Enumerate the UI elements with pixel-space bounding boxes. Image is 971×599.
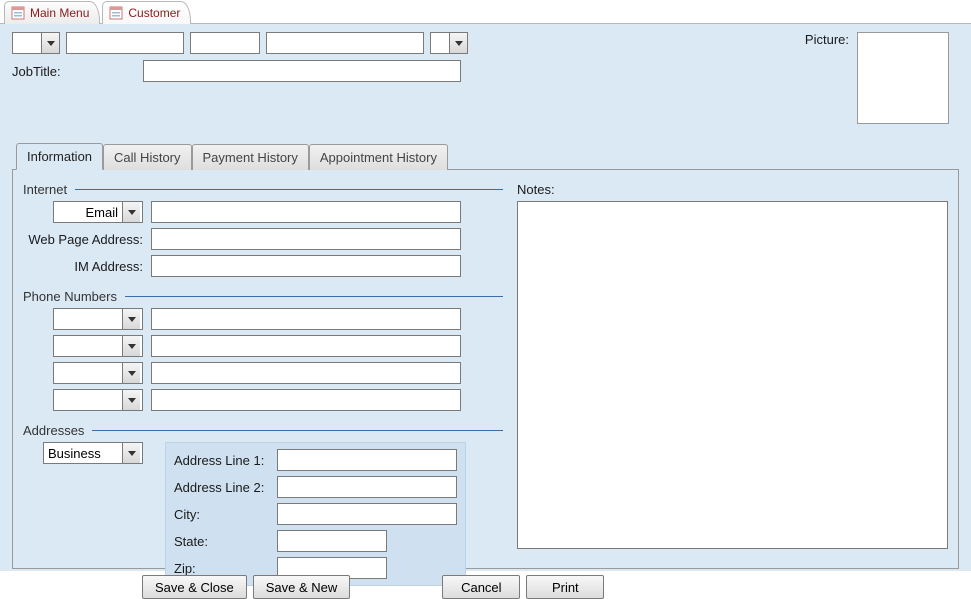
suffix-combo[interactable] <box>430 32 468 54</box>
group-addresses: Addresses <box>23 423 503 586</box>
job-title-label: JobTitle: <box>12 64 67 79</box>
address-type-input[interactable] <box>44 443 122 463</box>
footer-buttons: Save & Close Save & New Cancel Print <box>12 575 959 599</box>
addr-zip-label: Zip: <box>174 561 269 576</box>
phone1-type-input[interactable] <box>54 309 122 329</box>
prefix-input[interactable] <box>13 33 41 53</box>
print-button[interactable]: Print <box>526 575 604 599</box>
header-row: JobTitle: Picture: <box>12 32 959 124</box>
addr-line2-input[interactable] <box>277 476 457 498</box>
tab-information[interactable]: Information <box>16 143 103 170</box>
save-new-button[interactable]: Save & New <box>253 575 351 599</box>
picture-label: Picture: <box>805 32 849 47</box>
group-addresses-title: Addresses <box>23 423 84 438</box>
tab-payment-history[interactable]: Payment History <box>192 144 309 170</box>
middle-name-input[interactable] <box>190 32 260 54</box>
tab-strip: Information Call History Payment History… <box>12 143 959 170</box>
notes-label: Notes: <box>517 182 555 197</box>
addr-city-label: City: <box>174 507 269 522</box>
prefix-combo[interactable] <box>12 32 60 54</box>
phone3-type-input[interactable] <box>54 363 122 383</box>
im-label: IM Address: <box>23 259 143 274</box>
email-type-input[interactable] <box>54 202 122 222</box>
phone4-type-combo[interactable] <box>53 389 143 411</box>
form-body: JobTitle: Picture: Information Call Hist… <box>0 24 971 571</box>
phone4-type-input[interactable] <box>54 390 122 410</box>
phone1-input[interactable] <box>151 308 461 330</box>
web-input[interactable] <box>151 228 461 250</box>
phone2-input[interactable] <box>151 335 461 357</box>
email-input[interactable] <box>151 201 461 223</box>
phone1-type-combo[interactable] <box>53 308 143 330</box>
addr-state-label: State: <box>174 534 269 549</box>
spacer <box>356 575 436 599</box>
tab-main-menu-label: Main Menu <box>30 6 89 20</box>
tab-call-history[interactable]: Call History <box>103 144 191 170</box>
tab-page-information: Internet <box>12 169 959 569</box>
email-type-combo[interactable] <box>53 201 143 223</box>
save-close-button[interactable]: Save & Close <box>142 575 247 599</box>
addr-line2-label: Address Line 2: <box>174 480 269 495</box>
document-tabs: Main Menu Customer <box>0 0 971 24</box>
group-internet: Internet <box>23 182 503 277</box>
divider <box>92 430 503 431</box>
tab-customer-label: Customer <box>128 6 180 20</box>
customer-form-window: Main Menu Customer <box>0 0 971 571</box>
group-internet-title: Internet <box>23 182 67 197</box>
tab-appointment-history[interactable]: Appointment History <box>309 144 448 170</box>
addr-line1-input[interactable] <box>277 449 457 471</box>
web-label: Web Page Address: <box>23 232 143 247</box>
dropdown-icon[interactable] <box>122 443 140 463</box>
phone2-type-combo[interactable] <box>53 335 143 357</box>
phone4-input[interactable] <box>151 389 461 411</box>
job-title-input[interactable] <box>143 60 461 82</box>
phone2-type-input[interactable] <box>54 336 122 356</box>
dropdown-icon[interactable] <box>41 33 59 53</box>
im-input[interactable] <box>151 255 461 277</box>
dropdown-icon[interactable] <box>122 363 140 383</box>
notes-input[interactable] <box>517 201 948 549</box>
dropdown-icon[interactable] <box>449 33 467 53</box>
divider <box>125 296 503 297</box>
addr-city-input[interactable] <box>277 503 457 525</box>
group-phone-title: Phone Numbers <box>23 289 117 304</box>
form-icon <box>109 6 123 20</box>
dropdown-icon[interactable] <box>122 309 140 329</box>
phone3-type-combo[interactable] <box>53 362 143 384</box>
address-type-combo[interactable] <box>43 442 143 464</box>
divider <box>75 189 503 190</box>
group-phone: Phone Numbers <box>23 289 503 411</box>
tab-customer[interactable]: Customer <box>102 1 191 24</box>
suffix-input[interactable] <box>431 33 449 53</box>
tab-control: Information Call History Payment History… <box>12 142 959 569</box>
dropdown-icon[interactable] <box>122 336 140 356</box>
first-name-input[interactable] <box>66 32 184 54</box>
addr-line1-label: Address Line 1: <box>174 453 269 468</box>
tab-main-menu[interactable]: Main Menu <box>4 1 100 24</box>
phone3-input[interactable] <box>151 362 461 384</box>
address-subform: Address Line 1: Address Line 2: City: <box>165 442 466 586</box>
form-icon <box>11 6 25 20</box>
dropdown-icon[interactable] <box>122 390 140 410</box>
addr-state-input[interactable] <box>277 530 387 552</box>
last-name-input[interactable] <box>266 32 424 54</box>
dropdown-icon[interactable] <box>122 202 140 222</box>
cancel-button[interactable]: Cancel <box>442 575 520 599</box>
picture-box[interactable] <box>857 32 949 124</box>
